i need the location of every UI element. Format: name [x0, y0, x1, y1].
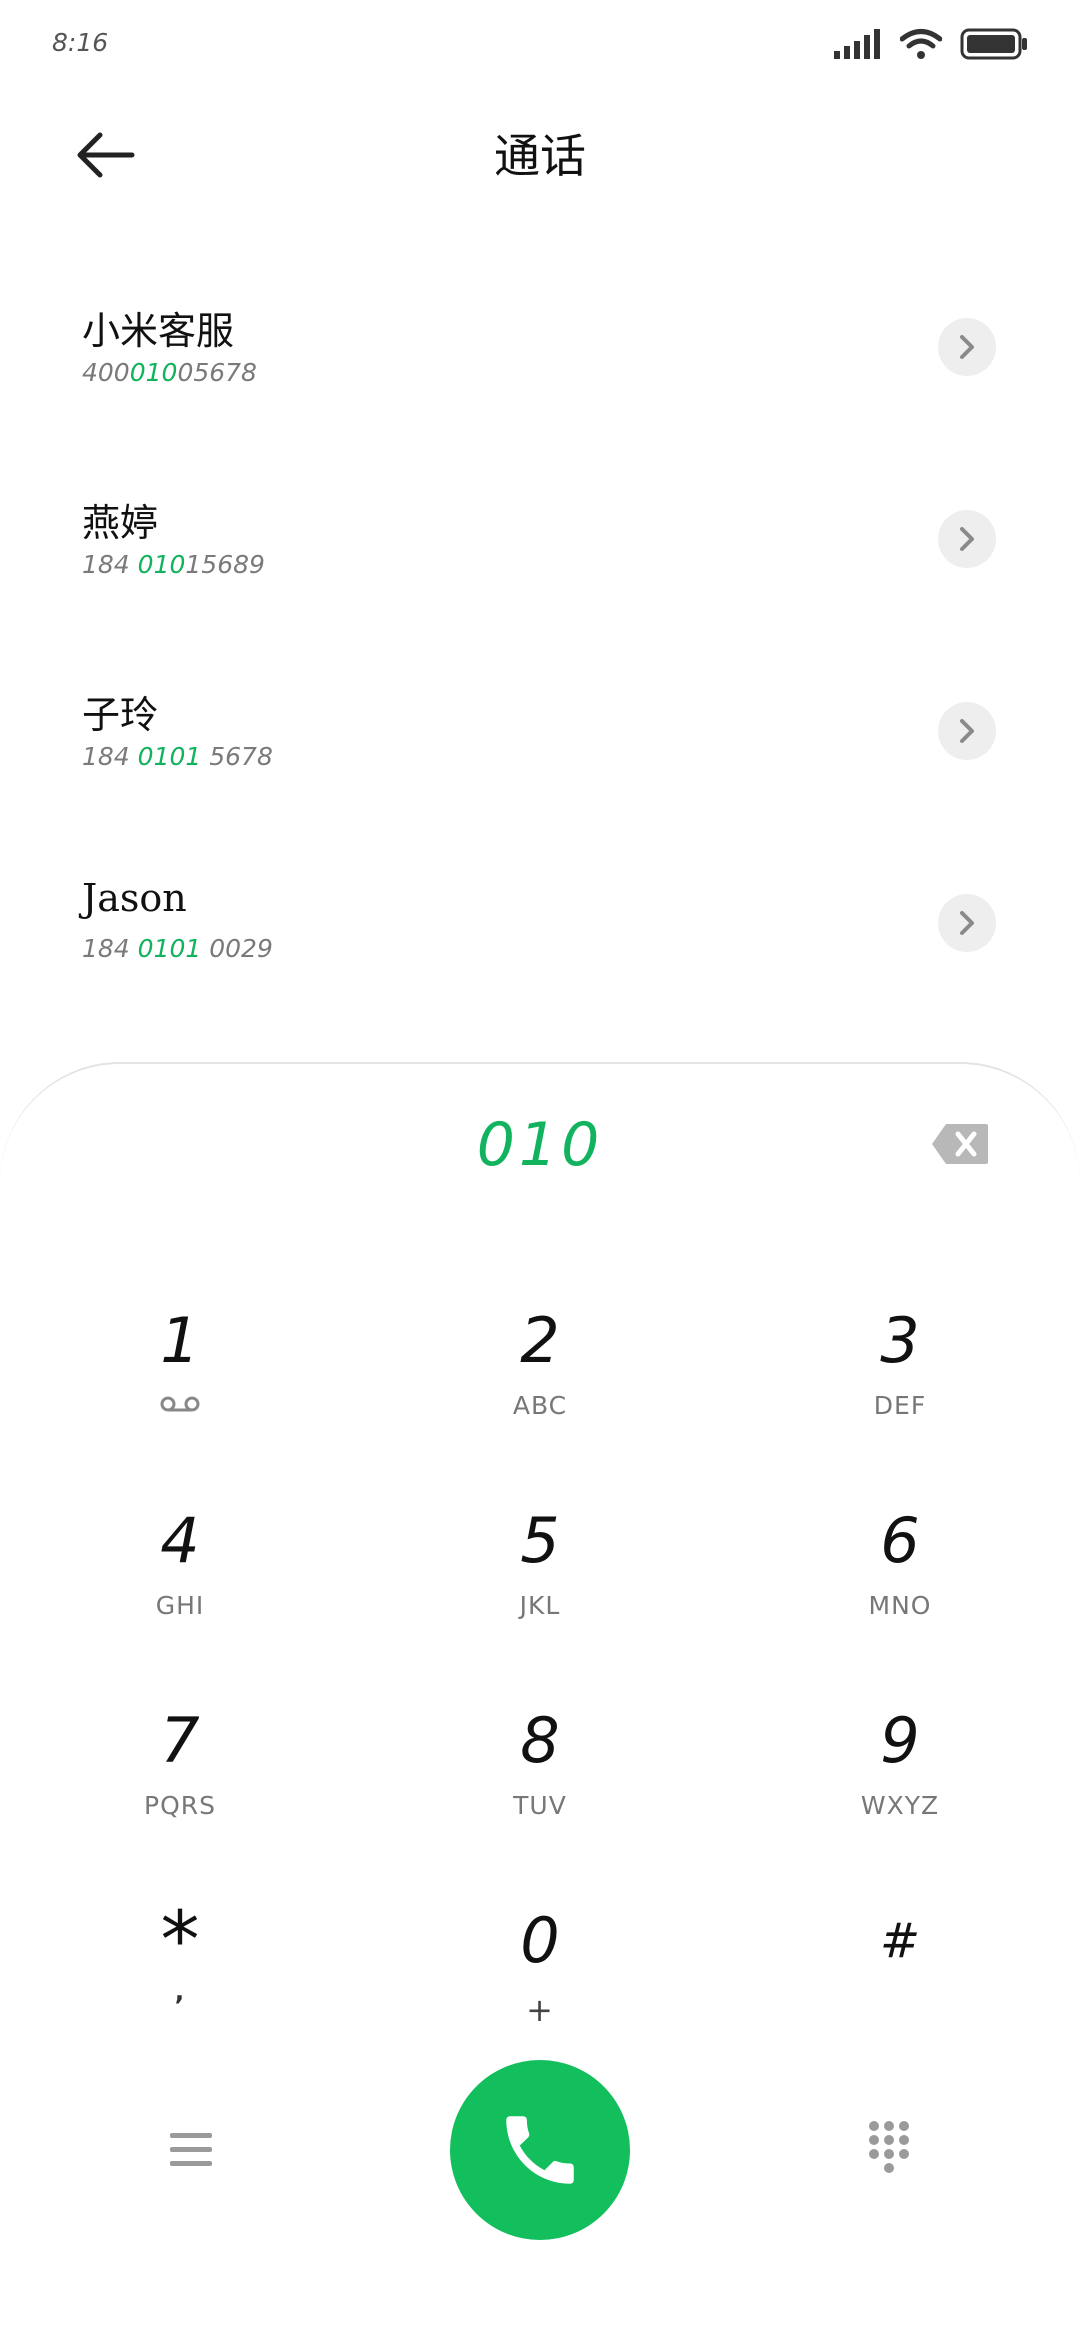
page-title: 通话 — [494, 129, 586, 183]
contact-number: 40001005678 — [82, 358, 257, 387]
key-digit: * — [160, 1896, 200, 1986]
chevron-right-icon — [960, 719, 974, 743]
menu-button[interactable] — [166, 2125, 216, 2175]
key-letters: MNO — [868, 1591, 932, 1620]
key-letters: TUV — [513, 1791, 567, 1820]
chevron-right-icon — [960, 911, 974, 935]
contact-number: 184 0101 5678 — [82, 742, 273, 771]
signal-icon — [834, 29, 880, 59]
key-digit: # — [879, 1913, 921, 1969]
key-5[interactable]: 5 JKL — [360, 1505, 720, 1685]
key-9[interactable]: 9 WXYZ — [720, 1705, 1080, 1885]
contact-name: 燕婷 — [82, 501, 159, 545]
key-1[interactable]: 1 — [0, 1305, 360, 1485]
voicemail-icon — [160, 1396, 200, 1412]
key-4[interactable]: 4 GHI — [0, 1505, 360, 1685]
delete-button[interactable] — [930, 1122, 990, 1166]
phone-icon — [506, 2116, 574, 2184]
key-letters: , — [174, 1977, 186, 2006]
wifi-icon — [900, 29, 942, 59]
status-icons — [834, 28, 1028, 60]
key-digit: 2 — [520, 1304, 560, 1377]
contact-item[interactable]: 子玲 184 0101 5678 — [0, 684, 1080, 874]
contact-name: 小米客服 — [82, 309, 235, 353]
key-letters: ABC — [512, 1391, 568, 1420]
contact-detail-button[interactable] — [938, 318, 996, 376]
contact-detail-button[interactable] — [938, 894, 996, 952]
contact-number: 184 0101 0029 — [82, 934, 273, 963]
contact-number: 184 01015689 — [82, 550, 265, 579]
contact-name: 子玲 — [82, 693, 159, 737]
backspace-icon — [932, 1124, 988, 1164]
contact-detail-button[interactable] — [938, 702, 996, 760]
contact-detail-button[interactable] — [938, 510, 996, 568]
key-3[interactable]: 3 DEF — [720, 1305, 1080, 1485]
key-0[interactable]: 0 + — [360, 1905, 720, 2085]
contact-item[interactable]: Jason 184 0101 0029 — [0, 876, 1080, 1066]
key-2[interactable]: 2 ABC — [360, 1305, 720, 1485]
key-digit: 8 — [520, 1704, 560, 1777]
key-digit: 9 — [880, 1704, 920, 1777]
contact-name: Jason — [82, 876, 187, 920]
key-digit: 6 — [880, 1504, 920, 1577]
call-button[interactable] — [450, 2060, 630, 2240]
key-letters: DEF — [873, 1391, 927, 1420]
key-star[interactable]: * , — [0, 1896, 360, 2085]
key-digit: 4 — [160, 1504, 200, 1577]
key-letters: + — [526, 1991, 554, 2029]
dialpad-icon — [869, 2121, 909, 2173]
key-letters: PQRS — [144, 1791, 216, 1820]
status-time: 8:16 — [52, 28, 109, 57]
dial-input[interactable]: 010 — [0, 1110, 1080, 1180]
key-7[interactable]: 7 PQRS — [0, 1705, 360, 1885]
contact-item[interactable]: 燕婷 184 01015689 — [0, 492, 1080, 682]
keypad-toggle-button[interactable] — [866, 2118, 912, 2184]
chevron-right-icon — [960, 335, 974, 359]
key-letters: WXYZ — [860, 1791, 940, 1820]
key-letters: GHI — [155, 1591, 205, 1620]
key-letters: JKL — [519, 1591, 561, 1620]
contact-item[interactable]: 小米客服 40001005678 — [0, 300, 1080, 490]
key-digit: 0 — [520, 1904, 560, 1977]
key-hash[interactable]: # — [720, 1905, 1080, 2085]
key-digit: 5 — [520, 1504, 560, 1577]
key-digit: 1 — [160, 1304, 200, 1377]
key-digit: 7 — [160, 1704, 200, 1777]
key-8[interactable]: 8 TUV — [360, 1705, 720, 1885]
key-6[interactable]: 6 MNO — [720, 1505, 1080, 1685]
key-digit: 3 — [880, 1304, 920, 1377]
menu-icon — [170, 2133, 212, 2166]
chevron-right-icon — [960, 527, 974, 551]
battery-icon — [960, 28, 1027, 60]
